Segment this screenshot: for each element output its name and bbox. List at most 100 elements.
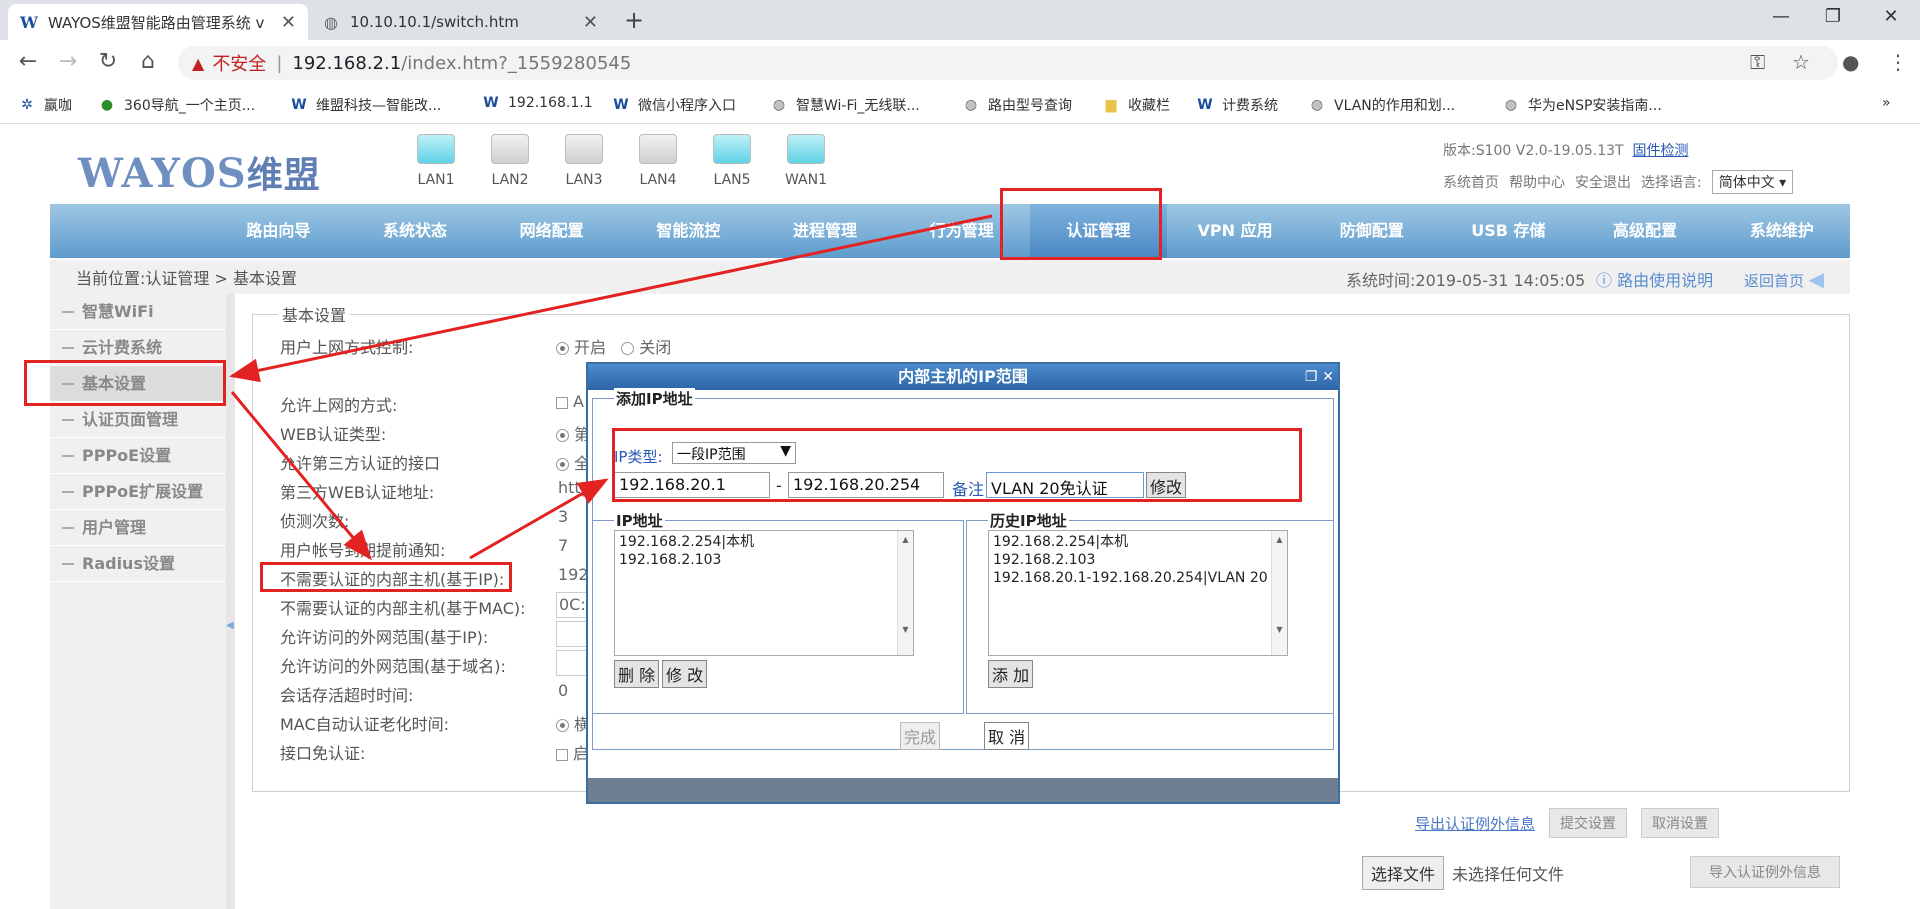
submit-button[interactable]: 提交设置 (1549, 808, 1628, 838)
bookmark-item[interactable]: W 192.168.1.1 (482, 95, 592, 111)
more-bookmarks-icon[interactable]: » (1882, 95, 1891, 111)
list-item[interactable]: 192.168.20.1-192.168.20.254|VLAN 20 (993, 569, 1283, 587)
minimize-icon[interactable]: — (1766, 6, 1796, 27)
list-item[interactable]: 192.168.2.103 (619, 551, 909, 569)
sidebar-item[interactable]: 云计费系统 (50, 330, 226, 366)
session-timeout-field[interactable]: 0 (556, 679, 590, 705)
return-home-link[interactable]: 返回首页 ◀ (1744, 267, 1824, 291)
nav-item[interactable]: 系统维护 (1713, 204, 1850, 258)
nav-item[interactable]: 行为管理 (893, 204, 1030, 258)
list-item[interactable]: 192.168.2.103 (993, 551, 1283, 569)
sidebar-item[interactable]: PPPoE扩展设置 (50, 474, 226, 510)
nav-item[interactable]: 进程管理 (757, 204, 894, 258)
delete-button[interactable]: 删 除 (614, 660, 660, 688)
sidebar-item[interactable]: 认证页面管理 (50, 402, 226, 438)
nav-item[interactable]: 智能流控 (620, 204, 757, 258)
bookmark-item[interactable]: W 计费系统 (1196, 95, 1278, 115)
url-field[interactable]: ▲ 不安全 | 192.168.2.1 /index.htm?_15592805… (178, 46, 1838, 80)
nav-item[interactable]: VPN 应用 (1167, 204, 1304, 258)
detect-count[interactable]: 3 (556, 505, 590, 531)
sidebar-item[interactable]: 用户管理 (50, 510, 226, 546)
nav-item[interactable]: 防御配置 (1303, 204, 1440, 258)
ip-exempt-field[interactable]: 192 (556, 563, 590, 589)
help-center-link[interactable]: 帮助中心 (1509, 172, 1565, 192)
import-button[interactable]: 导入认证例外信息 (1690, 856, 1840, 888)
maximize-icon[interactable]: ❐ (1818, 6, 1848, 27)
close-window-icon[interactable]: ✕ (1876, 6, 1906, 27)
dialog-cancel-button[interactable]: 取 消 (984, 722, 1030, 750)
access-method-check[interactable]: A (556, 392, 584, 411)
close-tab-icon[interactable]: ✕ (583, 12, 598, 33)
reload-icon[interactable]: ↻ (94, 49, 122, 74)
export-link[interactable]: 导出认证例外信息 (1415, 813, 1535, 834)
end-ip-input[interactable]: 192.168.20.254 (788, 472, 944, 498)
nav-item-auth[interactable]: 认证管理 (1030, 204, 1167, 258)
bookmark-item[interactable]: ◍ 路由型号查询 (962, 95, 1072, 115)
bookmark-item[interactable]: W 维盟科技—智能改... (290, 95, 441, 115)
ip-list[interactable]: 192.168.2.254|本机 192.168.2.103 ▲ ▼ (614, 530, 914, 656)
star-icon[interactable]: ☆ (1792, 50, 1810, 74)
sidebar-splitter[interactable]: ◀ (226, 294, 235, 909)
home-page-link[interactable]: 系统首页 (1443, 172, 1499, 192)
add-button[interactable]: 添 加 (988, 660, 1034, 688)
home-icon[interactable]: ⌂ (134, 49, 162, 74)
forward-icon[interactable]: → (54, 49, 82, 74)
history-list[interactable]: 192.168.2.254|本机 192.168.2.103 192.168.2… (988, 530, 1288, 656)
tab-switch[interactable]: ◍ 10.10.10.1/switch.htm ✕ (310, 4, 610, 40)
choose-file-button[interactable]: 选择文件 (1362, 856, 1445, 890)
bookmark-item[interactable]: ▆ 收藏栏 (1102, 95, 1170, 115)
note-input[interactable]: VLAN 20免认证 (986, 472, 1144, 498)
router-help-link[interactable]: ⓘ 路由使用说明 (1596, 267, 1713, 291)
cancel-settings-button[interactable]: 取消设置 (1641, 808, 1720, 838)
restore-icon[interactable]: ❐ (1305, 369, 1318, 385)
web-auth-type[interactable]: 第 (556, 421, 590, 445)
radio-off[interactable] (621, 342, 635, 355)
profile-icon[interactable]: ● (1842, 50, 1859, 74)
scrollbar[interactable]: ▲ ▼ (897, 531, 913, 655)
close-tab-icon[interactable]: ✕ (281, 12, 296, 33)
w-icon: W (613, 97, 629, 113)
firmware-check-link[interactable]: 固件检测 (1632, 143, 1688, 159)
language-select[interactable]: 简体中文 ▾ (1711, 170, 1794, 194)
scrollbar[interactable]: ▲ ▼ (1271, 531, 1287, 655)
bookmark-item[interactable]: ● 360导航_一个主页... (98, 95, 255, 115)
nav-item[interactable]: 网络配置 (483, 204, 620, 258)
dialog-close-icon[interactable]: ✕ (1322, 369, 1334, 385)
sidebar-item[interactable]: 智慧WiFi (50, 294, 226, 330)
back-icon[interactable]: ← (14, 49, 42, 74)
access-control-radios[interactable]: 开启 关闭 (556, 334, 671, 358)
radio-on[interactable] (556, 342, 569, 355)
bookmark-item[interactable]: ◍ 智慧Wi-Fi_无线联... (770, 95, 920, 115)
nav-item[interactable]: USB 存储 (1440, 204, 1577, 258)
bookmark-item[interactable]: ◍ VLAN的作用和划... (1308, 95, 1455, 115)
start-ip-input[interactable]: 192.168.20.1 (614, 472, 770, 498)
iface-exempt[interactable]: 启 (556, 740, 589, 764)
bookmark-item[interactable]: ◍ 华为eNSP安装指南... (1502, 95, 1662, 115)
allowed-ip-field[interactable] (556, 621, 590, 647)
nav-item[interactable]: 系统状态 (347, 204, 484, 258)
tab-wayos[interactable]: W WAYOS维盟智能路由管理系统 v ✕ (8, 4, 308, 40)
expire-notice[interactable]: 7 (556, 534, 590, 560)
logout-link[interactable]: 安全退出 (1575, 172, 1631, 192)
third-party-iface[interactable]: 全 (556, 450, 590, 474)
mac-exempt-field[interactable]: 0C: (556, 592, 590, 618)
mac-aging[interactable]: 横 (556, 711, 590, 735)
third-party-url[interactable]: http (556, 476, 590, 502)
new-tab-button[interactable]: + (624, 6, 644, 34)
ip-type-select[interactable]: 一段IP范围 ▼ (672, 442, 796, 464)
bookmark-item[interactable]: W 微信小程序入口 (612, 95, 736, 115)
sidebar-item[interactable]: PPPoE设置 (50, 438, 226, 474)
allowed-domain-field[interactable] (556, 650, 590, 676)
nav-item[interactable]: 路由向导 (210, 204, 347, 258)
nav-item[interactable]: 高级配置 (1577, 204, 1714, 258)
bookmark-item[interactable]: ✲ 赢咖 (18, 95, 72, 115)
sidebar-item-basic-settings[interactable]: 基本设置 (50, 366, 226, 402)
key-icon[interactable]: ⚿ (1750, 50, 1765, 74)
modify-button[interactable]: 修改 (1146, 472, 1187, 498)
finish-button[interactable]: 完成 (900, 722, 941, 750)
menu-icon[interactable]: ⋮ (1888, 50, 1908, 74)
sidebar-item[interactable]: Radius设置 (50, 546, 226, 582)
list-item[interactable]: 192.168.2.254|本机 (619, 533, 909, 551)
modify-list-button[interactable]: 修 改 (662, 660, 708, 688)
list-item[interactable]: 192.168.2.254|本机 (993, 533, 1283, 551)
